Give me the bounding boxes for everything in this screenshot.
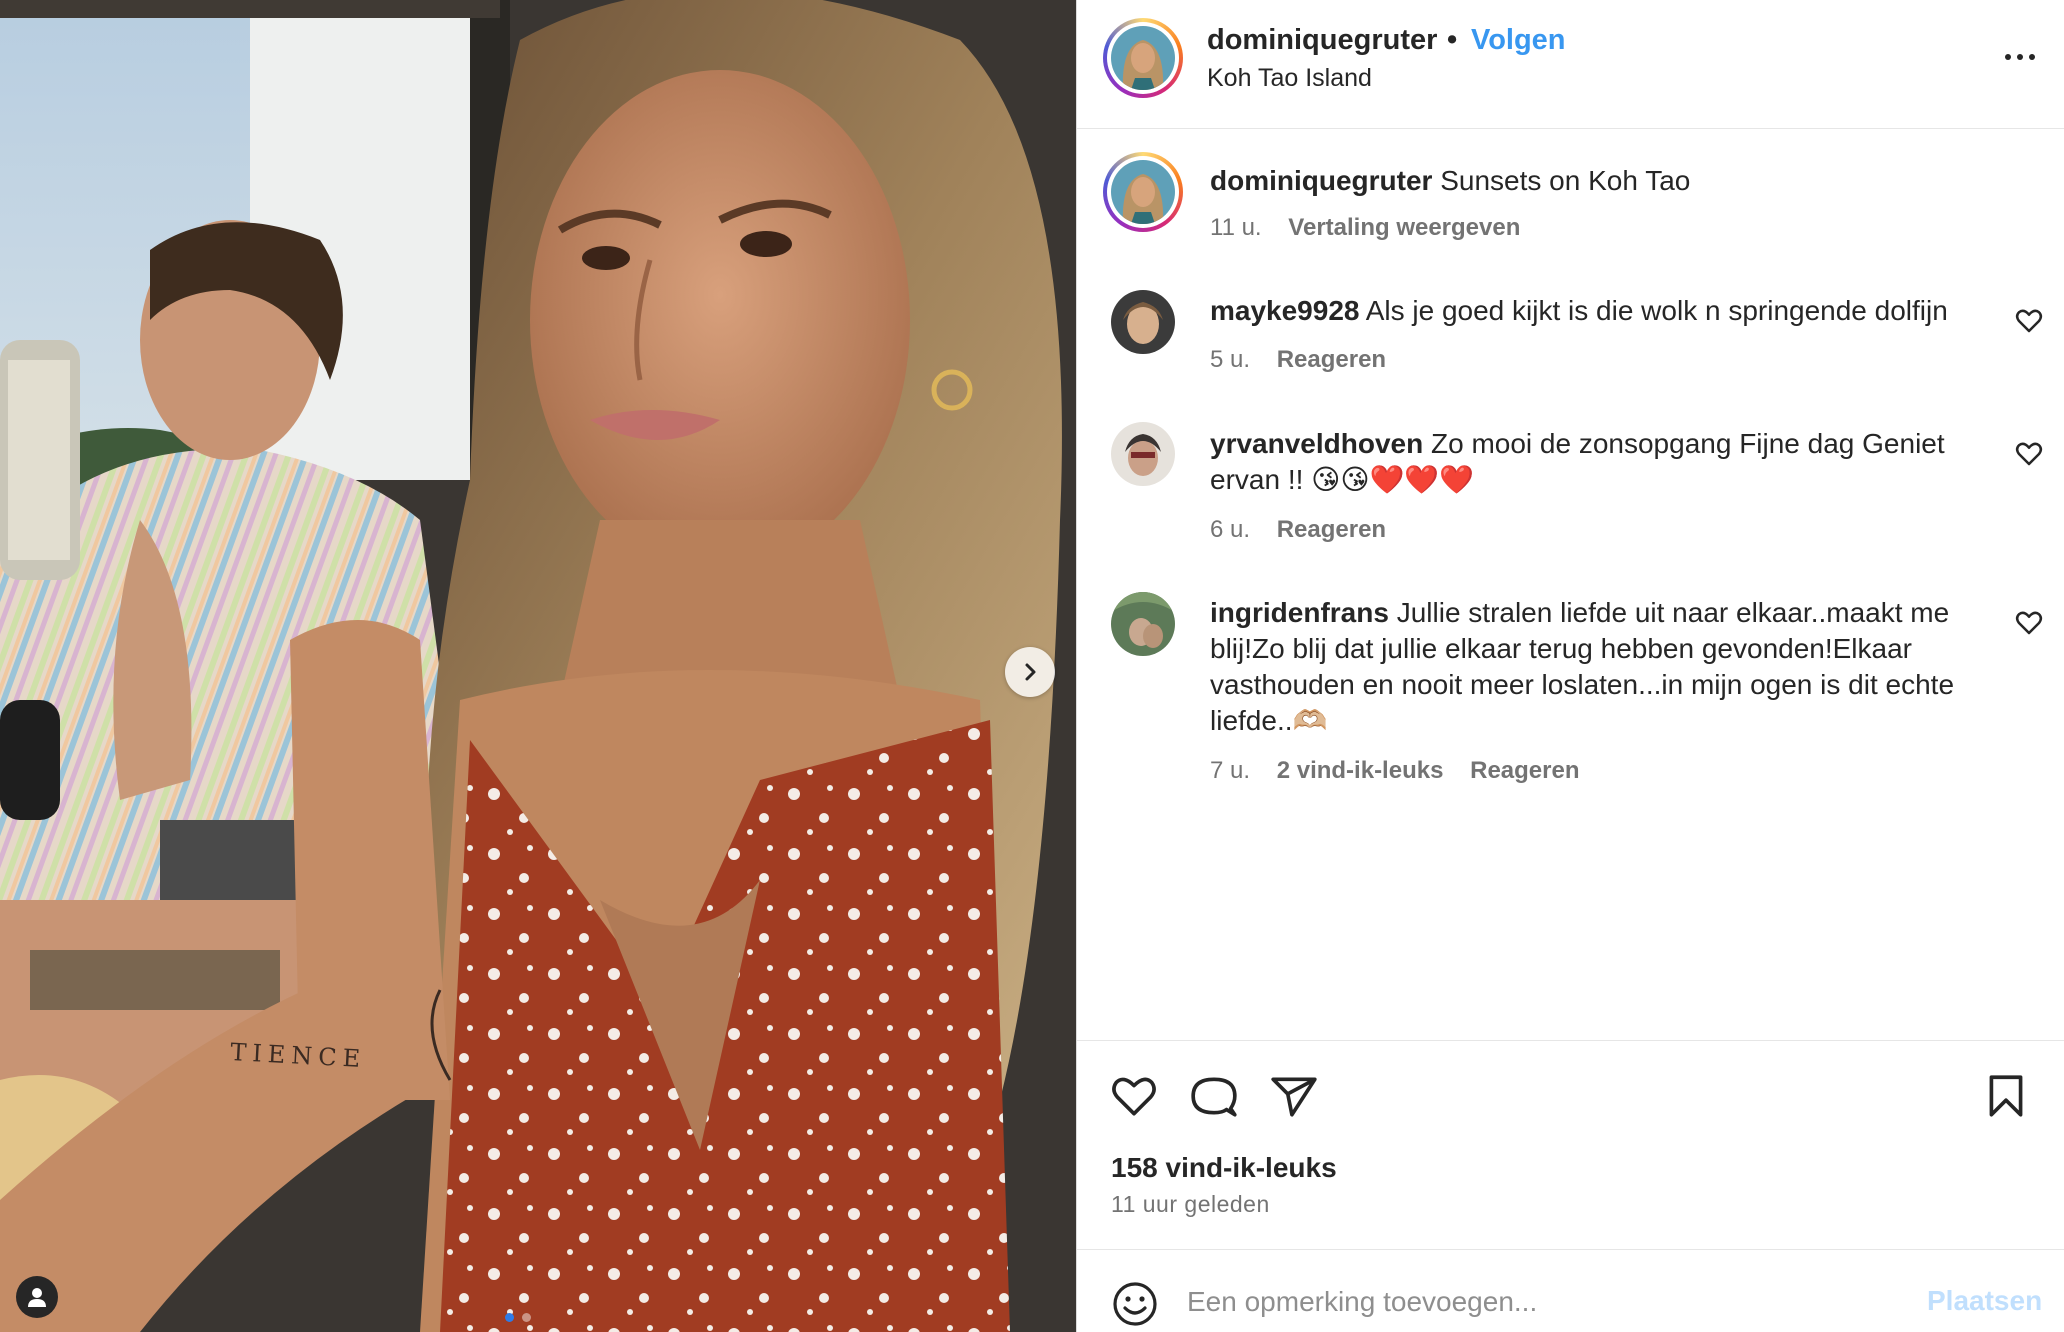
caption-author-avatar[interactable]: [1103, 152, 1183, 232]
comment-body-line: liefde..🫶🏼: [1210, 705, 1328, 736]
avatar-photo: [1111, 290, 1175, 354]
more-dot: [2017, 54, 2023, 60]
comment-bubble-icon[interactable]: [1189, 1071, 1239, 1121]
comment-time: 6 u.: [1210, 516, 1251, 543]
tagged-users-button[interactable]: [16, 1276, 58, 1318]
post-location[interactable]: Koh Tao Island: [1207, 64, 1372, 93]
carousel-dot: [505, 1313, 514, 1322]
avatar-photo: [1111, 422, 1175, 486]
emoji-smiley-icon[interactable]: [1111, 1280, 1159, 1328]
comment-time: 5 u.: [1210, 346, 1251, 373]
save-bookmark-icon[interactable]: [1981, 1071, 2031, 1121]
comment-meta: 7 u. 2 vind-ik-leuks Reageren: [1210, 757, 1580, 785]
comment-username[interactable]: mayke9928: [1210, 295, 1359, 326]
avatar-photo: [1111, 160, 1175, 224]
author-avatar[interactable]: [1103, 18, 1183, 98]
comment-time: 7 u.: [1210, 757, 1251, 784]
post-actions: 158 vind-ik-leuks 11 uur geleden: [1077, 1040, 2064, 1250]
comment-username[interactable]: yrvanveldhoven: [1210, 428, 1423, 459]
next-image-button[interactable]: [1005, 647, 1055, 697]
like-comment-heart-icon[interactable]: [2014, 439, 2044, 469]
caption-text: Sunsets on Koh Tao: [1440, 165, 1691, 196]
comment-body-line: ervan !! 😘😘❤️❤️❤️: [1210, 464, 1475, 495]
separator-dot: •: [1447, 24, 1458, 56]
like-comment-heart-icon[interactable]: [2014, 608, 2044, 638]
share-paper-plane-icon[interactable]: [1269, 1071, 1319, 1121]
comment-meta: 6 u. Reageren: [1210, 516, 1386, 544]
comment-body-line: blij!Zo blij dat jullie elkaar terug heb…: [1210, 633, 1912, 664]
comment-username[interactable]: ingridenfrans: [1210, 597, 1389, 628]
comment-input[interactable]: [1187, 1272, 1907, 1332]
author-username[interactable]: dominiquegruter: [1207, 24, 1437, 57]
chevron-right-icon: [1025, 663, 1036, 681]
like-heart-icon[interactable]: [1109, 1071, 1159, 1121]
post-photo: TIENCE: [0, 0, 1076, 1332]
comment-text: ingridenfrans Jullie stralen liefde uit …: [1210, 595, 1949, 631]
commenter-avatar[interactable]: [1111, 422, 1175, 486]
like-comment-heart-icon[interactable]: [2014, 306, 2044, 336]
reply-button[interactable]: Reageren: [1277, 346, 1386, 373]
comment-body: Zo mooi de zonsopgang Fijne dag Geniet: [1430, 428, 1945, 459]
comment-body: Jullie stralen liefde uit naar elkaar..m…: [1396, 597, 1950, 628]
comment-body: Als je goed kijkt is die wolk n springen…: [1365, 295, 1948, 326]
caption-time: 11 u.: [1210, 214, 1262, 241]
carousel-dot: [522, 1313, 531, 1322]
comment-text: mayke9928 Als je goed kijkt is die wolk …: [1210, 293, 1948, 329]
post-sidebar: dominiquegruter • Volgen Koh Tao Island: [1076, 0, 2064, 1332]
avatar-photo: [1111, 592, 1175, 656]
comment-body-line: vasthouden en nooit meer loslaten...in m…: [1210, 669, 1955, 700]
commenter-avatar[interactable]: [1111, 290, 1175, 354]
caption-meta: 11 u. Vertaling weergeven: [1210, 214, 1520, 242]
avatar-photo: [1111, 26, 1175, 90]
likes-count[interactable]: 158 vind-ik-leuks: [1111, 1152, 1337, 1184]
commenter-avatar[interactable]: [1111, 592, 1175, 656]
more-options-button[interactable]: [1992, 38, 2048, 76]
more-dot: [2005, 54, 2011, 60]
translate-button[interactable]: Vertaling weergeven: [1288, 214, 1520, 241]
comment-text: yrvanveldhoven Zo mooi de zonsopgang Fij…: [1210, 426, 1945, 462]
post-media[interactable]: TIENCE: [0, 0, 1076, 1332]
comment-composer: Plaatsen: [1077, 1249, 2064, 1332]
post-header: dominiquegruter • Volgen Koh Tao Island: [1077, 0, 2064, 129]
post-comment-button[interactable]: Plaatsen: [1927, 1285, 2042, 1317]
instagram-post-view: TIENCE dominiquegruter • Volgen Koh Tao …: [0, 0, 2064, 1332]
comment-likes-count[interactable]: 2 vind-ik-leuks: [1277, 757, 1444, 784]
caption-line: dominiquegruter Sunsets on Koh Tao: [1210, 163, 1690, 199]
more-dot: [2029, 54, 2035, 60]
post-time-ago: 11 uur geleden: [1111, 1191, 1270, 1217]
reply-button[interactable]: Reageren: [1470, 757, 1579, 784]
follow-button[interactable]: Volgen: [1471, 24, 1566, 57]
comment-meta: 5 u. Reageren: [1210, 346, 1386, 374]
caption-username[interactable]: dominiquegruter: [1210, 165, 1432, 196]
reply-button[interactable]: Reageren: [1277, 516, 1386, 543]
user-icon: [28, 1288, 46, 1307]
carousel-indicator: [505, 1313, 531, 1322]
